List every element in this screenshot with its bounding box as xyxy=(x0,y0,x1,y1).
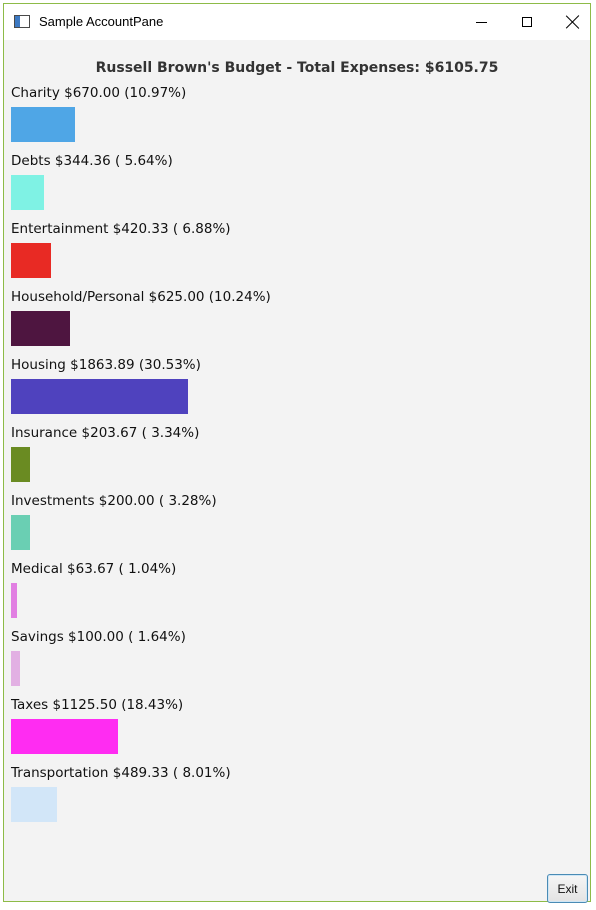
expense-label: Household/Personal $625.00 (10.24%) xyxy=(11,289,271,305)
expense-label: Investments $200.00 ( 3.28%) xyxy=(11,493,217,509)
expense-label: Debts $344.36 ( 5.64%) xyxy=(11,153,173,169)
expense-bar xyxy=(11,379,188,414)
expense-label: Savings $100.00 ( 1.64%) xyxy=(11,629,186,645)
expense-bar xyxy=(11,107,75,142)
expense-category: Transportation $489.33 ( 8.01%) xyxy=(11,764,571,822)
expense-label: Housing $1863.89 (30.53%) xyxy=(11,357,201,373)
budget-title: Russell Brown's Budget - Total Expenses:… xyxy=(95,60,499,76)
expense-category: Entertainment $420.33 ( 6.88%) xyxy=(11,220,571,278)
minimize-button[interactable] xyxy=(458,4,504,40)
expense-bar xyxy=(11,583,17,618)
expense-category: Savings $100.00 ( 1.64%) xyxy=(11,628,571,686)
expense-bar xyxy=(11,719,118,754)
expense-bar xyxy=(11,515,30,550)
maximize-icon xyxy=(522,17,532,27)
expense-bar xyxy=(11,787,57,822)
app-icon xyxy=(14,15,30,28)
expense-label: Insurance $203.67 ( 3.34%) xyxy=(11,425,200,441)
expense-bar xyxy=(11,243,51,278)
expense-category: Debts $344.36 ( 5.64%) xyxy=(11,152,571,210)
expense-category: Investments $200.00 ( 3.28%) xyxy=(11,492,571,550)
expense-bar xyxy=(11,175,44,210)
close-icon xyxy=(566,15,580,29)
expense-bar xyxy=(11,651,20,686)
expense-category: Insurance $203.67 ( 3.34%) xyxy=(11,424,571,482)
expense-bar xyxy=(11,447,30,482)
expense-category: Medical $63.67 ( 1.04%) xyxy=(11,560,571,618)
account-pane: Russell Brown's Budget - Total Expenses:… xyxy=(4,40,590,903)
expense-label: Transportation $489.33 ( 8.01%) xyxy=(11,765,231,781)
maximize-button[interactable] xyxy=(504,4,550,40)
close-button[interactable] xyxy=(550,4,596,40)
expense-label: Entertainment $420.33 ( 6.88%) xyxy=(11,221,231,237)
expense-category: Housing $1863.89 (30.53%) xyxy=(11,356,571,414)
minimize-icon xyxy=(475,21,487,23)
expense-label: Medical $63.67 ( 1.04%) xyxy=(11,561,177,577)
exit-button[interactable]: Exit xyxy=(547,874,588,903)
expense-category: Charity $670.00 (10.97%) xyxy=(11,84,571,142)
expense-bar xyxy=(11,311,70,346)
expense-label: Charity $670.00 (10.97%) xyxy=(11,85,187,101)
title-bar: Sample AccountPane xyxy=(4,4,590,40)
expense-category: Taxes $1125.50 (18.43%) xyxy=(11,696,571,754)
expense-label: Taxes $1125.50 (18.43%) xyxy=(11,697,184,713)
expense-category: Household/Personal $625.00 (10.24%) xyxy=(11,288,571,346)
window-title: Sample AccountPane xyxy=(39,14,164,29)
app-window: Sample AccountPane Russell Brown's Budge… xyxy=(3,3,591,903)
